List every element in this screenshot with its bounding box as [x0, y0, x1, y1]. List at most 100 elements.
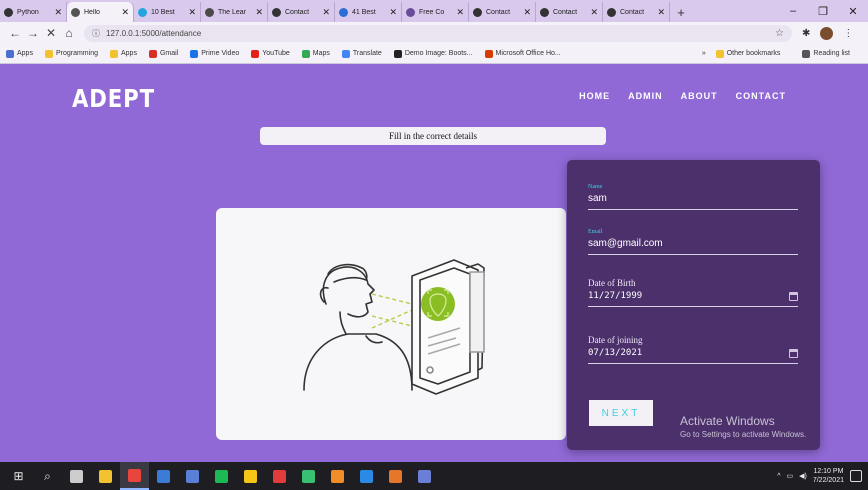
taskbar-app-task-view[interactable] [62, 462, 91, 490]
bookmark-item[interactable]: Apps [6, 49, 33, 58]
tab-favicon-icon [473, 7, 482, 17]
extensions-icon[interactable]: ✱ [802, 28, 810, 39]
browser-tab[interactable]: Contact ✕ [469, 2, 536, 22]
browser-tab[interactable]: Hello ✕ [67, 2, 134, 22]
nav-contact-link[interactable]: CONTACT [736, 91, 786, 101]
taskbar-app-app-green[interactable] [294, 462, 323, 490]
browser-tab[interactable]: 10 Best ✕ [134, 2, 201, 22]
taskbar-app-app-red[interactable] [265, 462, 294, 490]
forward-button[interactable]: → [24, 26, 42, 40]
tab-favicon-icon [71, 7, 80, 17]
nav-home-link[interactable]: HOME [579, 91, 610, 101]
browser-tab[interactable]: Free Co ✕ [402, 2, 469, 22]
back-button[interactable]: ← [6, 26, 24, 40]
profile-avatar[interactable] [820, 26, 834, 40]
site-info-icon[interactable]: ⓘ [92, 28, 100, 39]
nav-about-link[interactable]: ABOUT [681, 91, 718, 101]
tab-close-icon[interactable]: ✕ [657, 7, 665, 18]
bookmarks-overflow-button[interactable]: » [702, 50, 706, 57]
clock-time: 12:10 PM [813, 468, 844, 475]
calendar-icon[interactable] [789, 348, 798, 358]
tab-close-icon[interactable]: ✕ [456, 7, 464, 18]
tab-close-icon[interactable]: ✕ [54, 7, 62, 18]
tray-overflow-icon[interactable]: ^ [777, 473, 780, 480]
dob-input[interactable]: 11/27/1999 [588, 291, 798, 307]
nav-admin-link[interactable]: ADMIN [628, 91, 663, 101]
address-bar-row: ← → ✕ ⌂ ⓘ 127.0.0.1:5000/attendance ☆ ✱ … [0, 22, 868, 44]
bookmark-icon [109, 49, 118, 58]
bookmark-item[interactable]: Gmail [148, 49, 179, 58]
taskbar-app-chrome[interactable] [120, 462, 149, 490]
clock[interactable]: 12:10 PM 7/22/2021 [813, 467, 844, 485]
start-button[interactable]: ⊞ [4, 462, 33, 490]
minimize-button[interactable]: – [778, 5, 808, 17]
taskbar-app-vscode[interactable] [352, 462, 381, 490]
search-button[interactable]: ⌕ [33, 462, 62, 490]
bookmark-item[interactable]: Demo Image: Boots... [393, 49, 473, 58]
tab-close-icon[interactable]: ✕ [590, 7, 598, 18]
tab-close-icon[interactable]: ✕ [255, 7, 263, 18]
browser-tab[interactable]: The Lear ✕ [201, 2, 268, 22]
site-logo[interactable]: ADEPT [72, 84, 155, 113]
next-button[interactable]: NEXT [589, 400, 653, 426]
browser-tab[interactable]: Contact ✕ [603, 2, 670, 22]
taskbar-app-app-n[interactable] [381, 462, 410, 490]
taskbar-app-app-img[interactable] [410, 462, 439, 490]
notification-icon[interactable] [850, 470, 862, 482]
tab-favicon-icon [272, 7, 281, 17]
bookmark-item[interactable]: Translate [341, 49, 382, 58]
tab-close-icon[interactable]: ✕ [322, 7, 330, 18]
browser-tab[interactable]: Python ✕ [0, 2, 67, 22]
stop-reload-button[interactable]: ✕ [42, 26, 60, 40]
tab-close-icon[interactable]: ✕ [188, 7, 196, 18]
url-input[interactable]: ⓘ 127.0.0.1:5000/attendance ☆ [84, 24, 792, 42]
browser-tab[interactable]: Contact ✕ [268, 2, 335, 22]
web-page: ADEPT HOME ADMIN ABOUT CONTACT Fill in t… [0, 64, 868, 462]
bookmark-item[interactable]: Programming [44, 49, 98, 58]
bookmark-item[interactable]: Maps [301, 49, 330, 58]
email-field[interactable]: Email sam@gmail.com [588, 229, 798, 255]
name-field[interactable]: Name sam [588, 184, 798, 210]
tab-favicon-icon [406, 7, 415, 17]
reading-list-button[interactable]: Reading list [802, 49, 850, 58]
bookmark-icon [341, 49, 350, 58]
bookmark-item[interactable]: Prime Video [190, 49, 239, 58]
new-tab-button[interactable]: + [670, 2, 692, 22]
bookmark-icon [190, 49, 199, 58]
bookmark-icon [393, 49, 402, 58]
browser-tab[interactable]: Contact ✕ [536, 2, 603, 22]
volume-icon[interactable]: ◀) [799, 472, 807, 480]
bookmark-star-icon[interactable]: ☆ [775, 28, 784, 39]
close-window-button[interactable]: ✕ [838, 5, 868, 18]
email-input[interactable]: sam@gmail.com [588, 238, 798, 255]
dob-field[interactable]: Date of Birth 11/27/1999 [588, 278, 798, 307]
taskbar-app-app-calc[interactable] [178, 462, 207, 490]
menu-kebab-icon[interactable]: ⋮ [843, 28, 853, 39]
taskbar-app-app-star[interactable] [236, 462, 265, 490]
doj-field[interactable]: Date of joining 07/13/2021 [588, 335, 798, 364]
calendar-icon[interactable] [789, 291, 798, 301]
bookmark-item[interactable]: YouTube [251, 49, 290, 58]
doj-input[interactable]: 07/13/2021 [588, 348, 798, 364]
taskbar-app-spotify[interactable] [207, 462, 236, 490]
tab-close-icon[interactable]: ✕ [121, 7, 129, 18]
watermark-title: Activate Windows [680, 414, 775, 428]
bookmark-label: Gmail [159, 50, 179, 57]
taskbar-app-app-blue[interactable] [149, 462, 178, 490]
bookmark-item[interactable]: Apps [109, 49, 137, 58]
bookmark-item[interactable]: Microsoft Office Ho... [484, 49, 561, 58]
bookmarks-bar: Apps Programming Apps Gmail Prime Video YouTu… [0, 44, 868, 64]
reading-list-icon [802, 49, 811, 58]
app-img-icon [418, 469, 431, 483]
home-button[interactable]: ⌂ [60, 26, 78, 40]
taskbar-app-app-orange[interactable] [323, 462, 352, 490]
tab-close-icon[interactable]: ✕ [523, 7, 531, 18]
taskbar-app-file-explorer[interactable] [91, 462, 120, 490]
network-icon[interactable]: ▭ [787, 472, 794, 480]
name-input[interactable]: sam [588, 193, 798, 210]
restore-button[interactable]: ❐ [808, 5, 838, 18]
tab-close-icon[interactable]: ✕ [389, 7, 397, 18]
app-star-icon [244, 469, 257, 483]
browser-tab[interactable]: 41 Best ✕ [335, 2, 402, 22]
other-bookmarks-folder[interactable]: Other bookmarks [715, 49, 780, 58]
